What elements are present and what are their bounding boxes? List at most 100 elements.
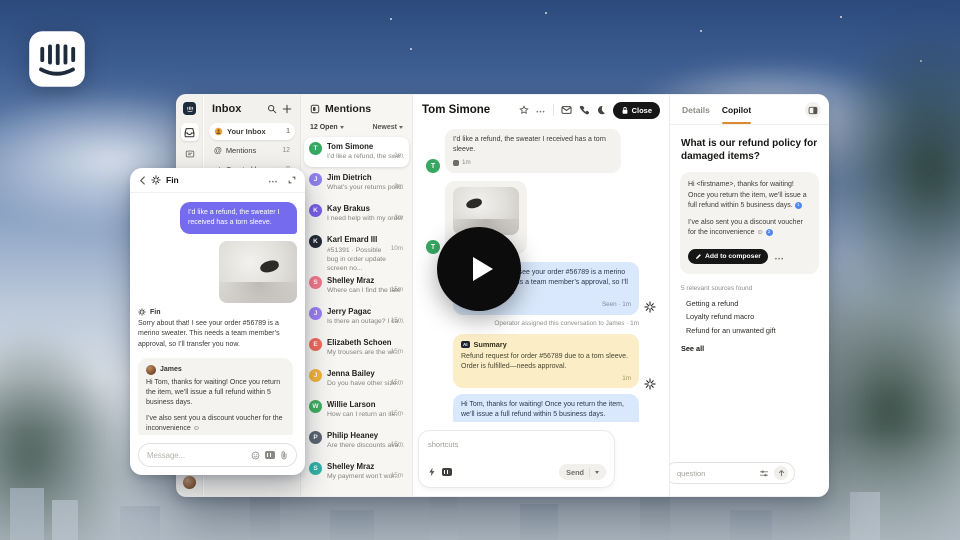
conversation-list-item[interactable]: P Philip Heaney Are there discounts ava.… (304, 426, 409, 456)
agent-message-card: James Hi Tom, thanks for waiting! Once y… (138, 357, 293, 435)
conversation-name: Jerry Pagac (327, 307, 372, 316)
answer-more-options-button[interactable] (775, 248, 784, 266)
summary-text: Refund request for order #56789 due to a… (461, 353, 628, 371)
inbox-view-count: 12 (282, 147, 290, 154)
reply-composer[interactable]: shortcuts Send (418, 430, 615, 488)
expand-widget-button[interactable] (288, 176, 296, 184)
avatar: J (309, 307, 322, 320)
avatar: J (309, 173, 322, 186)
gif-icon[interactable] (442, 468, 452, 476)
star-button[interactable] (519, 105, 529, 115)
collapse-panel-button[interactable] (805, 102, 821, 118)
sort-dropdown[interactable]: Newest (372, 124, 403, 131)
conversation-list-item[interactable]: T Tom Simone I’d like a refund, the swe.… (304, 137, 409, 167)
inbox-view-label: Your Inbox (227, 127, 266, 136)
conversation-name: Willie Larson (327, 400, 376, 409)
video-play-button[interactable] (437, 227, 521, 311)
system-event: Operator assigned this conversation to J… (494, 320, 639, 328)
conversation-title: Tom Simone (422, 104, 491, 116)
close-conversation-button[interactable]: Close (612, 101, 660, 119)
emoji-icon[interactable] (251, 451, 260, 460)
conversation-list-item[interactable]: S Shelley Mraz Where can I find the late… (304, 271, 409, 301)
inbox-panel-title: Inbox (212, 103, 242, 115)
rail-tickets-button[interactable] (185, 149, 195, 159)
conversation-list-item[interactable]: E Elizabeth Schoen My trousers are the w… (304, 333, 409, 363)
widget-messages: I’d like a refund, the sweater I receive… (130, 194, 305, 435)
inbox-view-item[interactable]: Mentions 12 (209, 142, 295, 159)
see-all-link[interactable]: See all (681, 344, 818, 353)
conversation-preview: I need help with my order (327, 215, 404, 222)
current-user-avatar[interactable] (183, 476, 196, 489)
new-conversation-button[interactable] (282, 104, 292, 114)
conversation-name: Philip Heaney (327, 431, 379, 440)
more-options-button[interactable] (536, 101, 545, 119)
copilot-source-item[interactable]: Getting a refund (681, 297, 818, 311)
customer-avatar: T (426, 159, 440, 174)
user-image-sweater[interactable] (219, 241, 297, 304)
avatar: S (309, 462, 322, 475)
sliders-icon[interactable] (759, 469, 769, 478)
gif-icon[interactable] (265, 451, 275, 459)
conversation-time: 3m (394, 214, 403, 221)
conversation-time: 15m (390, 348, 403, 355)
conversation-list-item[interactable]: S Shelley Mraz My payment won’t wor... 1… (304, 457, 409, 487)
conversation-list-item[interactable]: J Jenna Bailey Do you have other size...… (304, 364, 409, 394)
source-label: Refund for an unwanted gift (686, 325, 776, 335)
ask-question-input[interactable] (677, 468, 754, 478)
summary-title: Summary (473, 340, 507, 350)
back-button[interactable] (139, 175, 146, 185)
conversation-time: 15m (390, 286, 403, 293)
snooze-button[interactable] (596, 105, 606, 115)
copilot-source-item[interactable]: Loyalty refund macro (681, 310, 818, 324)
avatar: T (309, 142, 322, 155)
email-button[interactable] (561, 105, 572, 115)
copilot-ask-bar (670, 462, 795, 484)
answer-text: Hi <firstname>, thanks for waiting! Once… (688, 181, 807, 209)
source-label: Getting a refund (686, 298, 739, 308)
open-filter-dropdown[interactable]: 12 Open (310, 124, 344, 131)
lightning-icon[interactable] (428, 467, 436, 477)
workspace-logo[interactable] (183, 102, 196, 115)
star-dot (545, 12, 547, 14)
copilot-source-item[interactable]: Refund for an unwanted gift (681, 324, 818, 338)
divider (552, 104, 554, 116)
rail-inbox-button[interactable] (180, 123, 199, 141)
message-text: I’d like a refund, the sweater I receive… (453, 136, 606, 153)
send-button[interactable]: Send (559, 464, 606, 480)
widget-composer (138, 443, 297, 467)
conversation-list-item[interactable]: W Willie Larson How can I return an ite.… (304, 395, 409, 425)
star-dot (390, 18, 392, 20)
conversation-list-item[interactable]: J Jim Dietrich What’s your returns polic… (304, 168, 409, 198)
avatar: W (309, 400, 322, 413)
chevron-down-icon (399, 126, 403, 129)
chevron-left-icon (139, 175, 145, 185)
inbox-view-item[interactable]: Your Inbox 1 (209, 123, 295, 140)
conversation-list-item[interactable]: K Kay Brakus I need help with my order 3… (304, 199, 409, 229)
widget-more-options-button[interactable] (269, 171, 278, 189)
ai-badge: AI (461, 341, 470, 349)
tab-copilot[interactable]: Copilot (721, 105, 752, 124)
chevron-down-icon (595, 470, 599, 474)
agent-reply-message: Hi Tom, thanks for waiting! Once you ret… (453, 394, 639, 422)
agent-sender-name: James (160, 366, 182, 374)
source-ref-1[interactable]: 1 (794, 201, 802, 209)
paperclip-icon[interactable] (280, 450, 288, 460)
search-button[interactable] (267, 104, 277, 114)
add-to-composer-button[interactable]: Add to composer (688, 249, 768, 264)
message-input[interactable] (147, 450, 246, 460)
plus-icon (282, 104, 292, 114)
select-conversations-icon[interactable] (310, 104, 320, 114)
customer-avatar: T (426, 240, 440, 255)
submit-question-button[interactable] (774, 466, 788, 480)
fin-message-text: Sorry about that! I see your order #5678… (138, 320, 280, 348)
conversation-list-item[interactable]: K Karl Emard III #51391 · Possible bug i… (304, 230, 409, 272)
inbox-view-label: Mentions (225, 146, 257, 155)
call-button[interactable] (579, 105, 589, 115)
tab-details[interactable]: Details (682, 105, 710, 124)
fin-avatar-icon (644, 301, 656, 313)
user-message-bubble: I’d like a refund, the sweater I receive… (180, 202, 297, 235)
expand-icon (288, 176, 296, 184)
source-ref-2[interactable]: 2 (765, 228, 773, 236)
conversation-list-item[interactable]: J Jerry Pagac Is there an outage? I ca..… (304, 302, 409, 332)
fin-messenger-widget: Fin I’d like a refund, the sweater I rec… (130, 168, 305, 475)
